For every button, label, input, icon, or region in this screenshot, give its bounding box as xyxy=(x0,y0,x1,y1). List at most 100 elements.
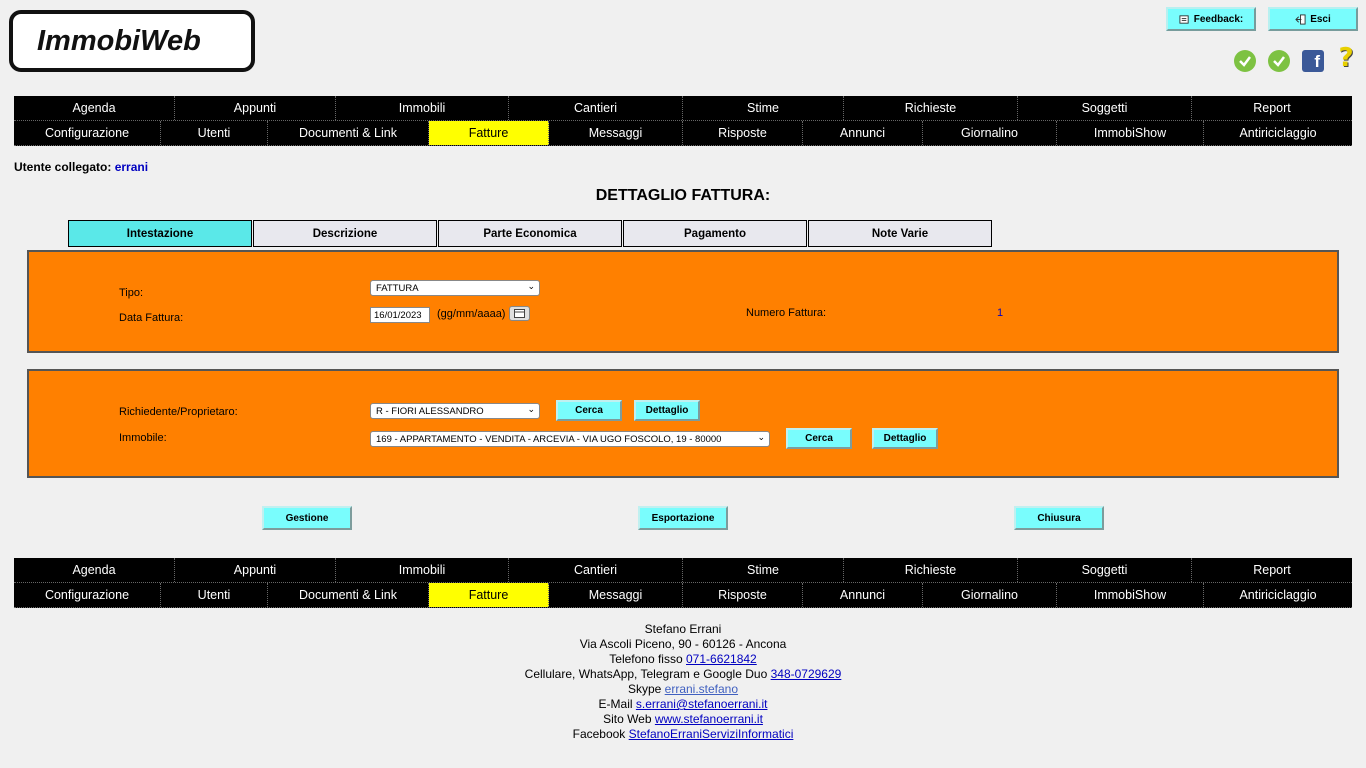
help-icon[interactable]: ? xyxy=(1335,43,1357,73)
user-name: errani xyxy=(114,160,149,174)
numero-fattura-value: 1 xyxy=(997,307,1004,319)
check-icon[interactable] xyxy=(1268,50,1290,72)
page-title: DETTAGLIO FATTURA: xyxy=(595,187,771,204)
menu-item-stime[interactable]: Stime xyxy=(683,558,844,582)
footer-skype-line: Skype errani.stefano xyxy=(0,682,1366,697)
email-link[interactable]: s.errani@stefanoerrani.it xyxy=(636,697,768,711)
menu-item-messaggi[interactable]: Messaggi xyxy=(549,583,683,607)
dettaglio-richiedente-button[interactable]: Dettaglio xyxy=(634,400,700,421)
date-format-hint: (gg/mm/aaaa) xyxy=(437,308,506,320)
logged-user: Utente collegato: errani xyxy=(14,160,148,174)
chevron-down-icon: ⌄ xyxy=(527,404,535,414)
richiedente-select[interactable]: R - FIORI ALESSANDRO ⌄ xyxy=(370,403,540,419)
immobile-label: Immobile: xyxy=(119,432,167,444)
menu-item-soggetti[interactable]: Soggetti xyxy=(1018,558,1192,582)
exit-label: Esci xyxy=(1310,13,1331,25)
richiedente-value: R - FIORI ALESSANDRO xyxy=(376,405,484,417)
check-icon[interactable] xyxy=(1234,50,1256,72)
menu-item-fatture[interactable]: Fatture xyxy=(429,121,549,145)
menu-item-cantieri[interactable]: Cantieri xyxy=(509,96,683,120)
phone-label: Telefono fisso xyxy=(609,652,683,666)
menu-item-annunci[interactable]: Annunci xyxy=(803,583,923,607)
menu-item-configurazione[interactable]: Configurazione xyxy=(14,583,161,607)
menu-item-risposte[interactable]: Risposte xyxy=(683,121,803,145)
menu-item-utenti[interactable]: Utenti xyxy=(161,583,268,607)
facebook-label: Facebook xyxy=(572,727,626,741)
menu-item-configurazione[interactable]: Configurazione xyxy=(14,121,161,145)
esportazione-button[interactable]: Esportazione xyxy=(638,506,728,530)
skype-label: Skype xyxy=(627,682,662,696)
user-label: Utente collegato: xyxy=(14,160,112,174)
chevron-down-icon: ⌄ xyxy=(757,432,765,442)
menu-row-2: Configurazione Utenti Documenti & Link F… xyxy=(14,121,1352,146)
menu-item-cantieri[interactable]: Cantieri xyxy=(509,558,683,582)
exit-icon xyxy=(1295,13,1306,25)
cerca-richiedente-button[interactable]: Cerca xyxy=(556,400,622,421)
menu-item-documenti[interactable]: Documenti & Link xyxy=(268,583,429,607)
tipo-select[interactable]: FATTURA ⌄ xyxy=(370,280,540,296)
chevron-down-icon: ⌄ xyxy=(527,281,535,291)
tab-note-varie[interactable]: Note Varie xyxy=(808,220,992,247)
skype-link[interactable]: errani.stefano xyxy=(665,682,738,696)
menu-item-annunci[interactable]: Annunci xyxy=(803,121,923,145)
immobile-value: 169 - APPARTAMENTO - VENDITA - ARCEVIA -… xyxy=(376,433,722,445)
calendar-icon[interactable] xyxy=(509,306,530,321)
tipo-value: FATTURA xyxy=(376,282,419,294)
menu-item-utenti[interactable]: Utenti xyxy=(161,121,268,145)
dettaglio-immobile-button[interactable]: Dettaglio xyxy=(872,428,938,449)
menu-item-giornalino[interactable]: Giornalino xyxy=(923,583,1057,607)
menu-item-richieste[interactable]: Richieste xyxy=(844,558,1018,582)
menu-row-2: Configurazione Utenti Documenti & Link F… xyxy=(14,583,1352,608)
menu-item-report[interactable]: Report xyxy=(1192,558,1352,582)
menu-item-immobili[interactable]: Immobili xyxy=(335,96,509,120)
feedback-icon xyxy=(1179,14,1189,24)
menu-item-immobishow[interactable]: ImmobiShow xyxy=(1057,583,1204,607)
menu-item-immobili[interactable]: Immobili xyxy=(335,558,509,582)
tab-pagamento[interactable]: Pagamento xyxy=(623,220,807,247)
menu-item-richieste[interactable]: Richieste xyxy=(844,96,1018,120)
menu-item-antiriciclaggio[interactable]: Antiriciclaggio xyxy=(1204,121,1352,145)
footer-contacts: Stefano Errani Via Ascoli Piceno, 90 - 6… xyxy=(0,622,1366,742)
menu-item-fatture[interactable]: Fatture xyxy=(429,583,549,607)
footer-mobile-line: Cellulare, WhatsApp, Telegram e Google D… xyxy=(0,667,1366,682)
footer-email-line: E-Mail s.errani@stefanoerrani.it xyxy=(0,697,1366,712)
menu-row-1: Agenda Appunti Immobili Cantieri Stime R… xyxy=(14,558,1352,583)
menu-item-agenda[interactable]: Agenda xyxy=(14,558,175,582)
facebook-icon[interactable]: f xyxy=(1302,50,1324,72)
data-fattura-label: Data Fattura: xyxy=(119,312,184,324)
footer-web-line: Sito Web www.stefanoerrani.it xyxy=(0,712,1366,727)
chiusura-button[interactable]: Chiusura xyxy=(1014,506,1104,530)
app-logo: ImmobiWeb xyxy=(9,10,255,72)
facebook-link[interactable]: StefanoErraniServiziInformatici xyxy=(629,727,794,741)
menu-item-messaggi[interactable]: Messaggi xyxy=(549,121,683,145)
tab-descrizione[interactable]: Descrizione xyxy=(253,220,437,247)
menu-item-risposte[interactable]: Risposte xyxy=(683,583,803,607)
menu-item-immobishow[interactable]: ImmobiShow xyxy=(1057,121,1204,145)
web-link[interactable]: www.stefanoerrani.it xyxy=(655,712,763,726)
mobile-link[interactable]: 348-0729629 xyxy=(771,667,842,681)
footer-facebook-line: Facebook StefanoErraniServiziInformatici xyxy=(0,727,1366,742)
tab-parte-economica[interactable]: Parte Economica xyxy=(438,220,622,247)
exit-button[interactable]: Esci xyxy=(1268,7,1358,31)
menu-item-documenti[interactable]: Documenti & Link xyxy=(268,121,429,145)
menu-item-giornalino[interactable]: Giornalino xyxy=(923,121,1057,145)
menu-item-appunti[interactable]: Appunti xyxy=(175,96,335,120)
main-menu-bottom: Agenda Appunti Immobili Cantieri Stime R… xyxy=(14,558,1352,608)
footer-address: Via Ascoli Piceno, 90 - 60126 - Ancona xyxy=(579,637,787,651)
menu-item-antiriciclaggio[interactable]: Antiriciclaggio xyxy=(1204,583,1352,607)
immobile-select[interactable]: 169 - APPARTAMENTO - VENDITA - ARCEVIA -… xyxy=(370,431,770,447)
menu-item-agenda[interactable]: Agenda xyxy=(14,96,175,120)
web-label: Sito Web xyxy=(603,712,652,726)
main-menu-top: Agenda Appunti Immobili Cantieri Stime R… xyxy=(14,96,1352,146)
tipo-label: Tipo: xyxy=(119,287,144,299)
phone-link[interactable]: 071-6621842 xyxy=(686,652,757,666)
menu-item-soggetti[interactable]: Soggetti xyxy=(1018,96,1192,120)
menu-item-stime[interactable]: Stime xyxy=(683,96,844,120)
feedback-button[interactable]: Feedback: xyxy=(1166,7,1256,31)
menu-item-report[interactable]: Report xyxy=(1192,96,1352,120)
data-fattura-input[interactable]: 16/01/2023 xyxy=(370,307,430,323)
gestione-button[interactable]: Gestione xyxy=(262,506,352,530)
tab-intestazione[interactable]: Intestazione xyxy=(68,220,252,247)
menu-item-appunti[interactable]: Appunti xyxy=(175,558,335,582)
cerca-immobile-button[interactable]: Cerca xyxy=(786,428,852,449)
